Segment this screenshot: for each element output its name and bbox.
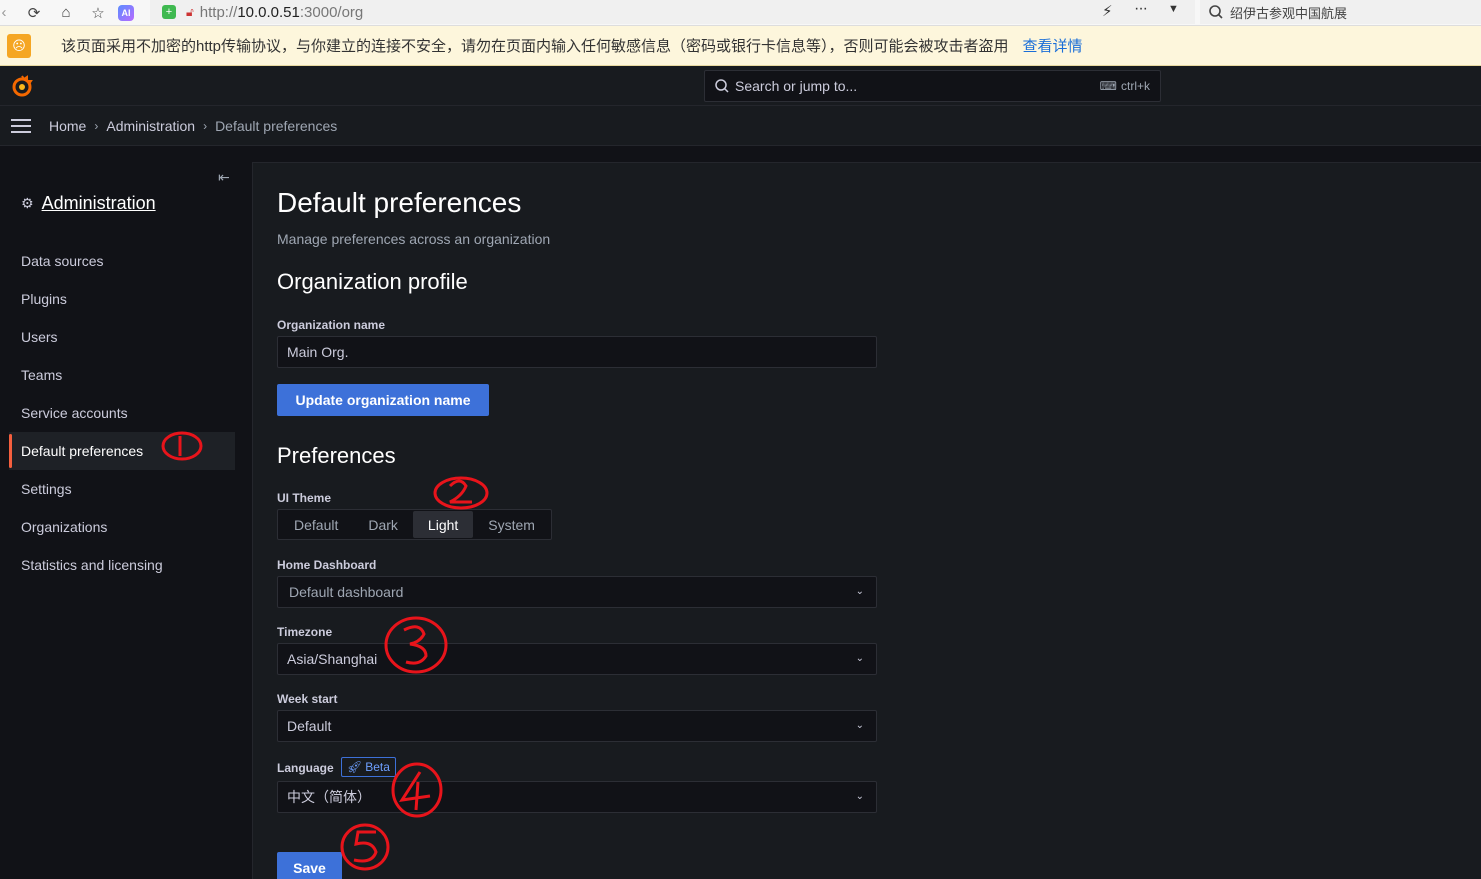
- url-text: http://10.0.0.51:3000/org: [199, 3, 364, 21]
- annotation-3: [384, 616, 448, 674]
- page-subtitle: Manage preferences across an organizatio…: [277, 231, 551, 247]
- language-select[interactable]: 中文（简体） ⌄: [277, 781, 877, 813]
- chevron-down-icon[interactable]: ▼: [1168, 3, 1179, 15]
- back-icon[interactable]: ‹: [0, 3, 14, 23]
- warning-details-link[interactable]: 查看详情: [1023, 35, 1083, 56]
- gear-icon: ⚙︎: [21, 195, 34, 211]
- rocket-icon: 🚀︎: [347, 760, 363, 774]
- annotation-4: [391, 762, 443, 818]
- sidebar-item-plugins[interactable]: Plugins: [9, 280, 235, 318]
- chevron-right-icon: ›: [203, 118, 208, 133]
- search-placeholder: Search or jump to...: [735, 78, 858, 94]
- more-icon[interactable]: ···: [1134, 0, 1148, 18]
- timezone-select[interactable]: Asia/Shanghai ⌄: [277, 643, 877, 675]
- breadcrumb: Home › Administration › Default preferen…: [0, 106, 1481, 146]
- keyboard-icon: ⌨︎: [1099, 79, 1117, 93]
- warning-face-icon: ☹: [7, 33, 31, 58]
- admin-sidebar: ⇤ ⚙︎ Administration Data sources Plugins…: [0, 147, 250, 879]
- search-icon: [1209, 5, 1223, 19]
- sidebar-item-organizations[interactable]: Organizations: [9, 508, 235, 546]
- week-start-value: Default: [287, 718, 332, 734]
- breadcrumb-administration[interactable]: Administration: [106, 118, 195, 134]
- search-icon: [715, 79, 729, 93]
- home-dashboard-label: Home Dashboard: [277, 558, 377, 572]
- timezone-label: Timezone: [277, 625, 333, 639]
- sidebar-item-teams[interactable]: Teams: [9, 356, 235, 394]
- week-start-label: Week start: [277, 692, 338, 706]
- browser-search-box[interactable]: 绍伊古参观中国航展: [1200, 0, 1481, 24]
- update-org-name-button[interactable]: Update organization name: [277, 384, 489, 416]
- chevron-down-icon: ⌄: [855, 720, 864, 731]
- reload-icon[interactable]: ⟳: [24, 3, 44, 23]
- sidebar-item-users[interactable]: Users: [9, 318, 235, 356]
- ui-theme-label: UI Theme: [277, 491, 332, 505]
- menu-icon[interactable]: [11, 118, 31, 133]
- sidebar-item-data-sources[interactable]: Data sources: [9, 242, 235, 280]
- week-start-select[interactable]: Default ⌄: [277, 710, 877, 742]
- home-dashboard-select[interactable]: Default dashboard ⌄: [277, 576, 877, 608]
- chevron-down-icon: ⌄: [855, 586, 864, 597]
- annotation-1: [161, 431, 203, 461]
- language-value: 中文（简体）: [287, 789, 371, 805]
- annotation-2: [433, 476, 489, 510]
- sidebar-nav: Data sources Plugins Users Teams Service…: [9, 242, 235, 584]
- grafana-logo-icon[interactable]: [10, 74, 34, 98]
- page-title: Default preferences: [277, 187, 522, 218]
- grafana-topbar: Search or jump to... ⌨︎ ctrl+k: [0, 66, 1481, 106]
- search-jump-input[interactable]: Search or jump to... ⌨︎ ctrl+k: [704, 70, 1161, 102]
- home-icon[interactable]: ⌂: [56, 3, 76, 23]
- insecure-warning-bar: ☹ 该页面采用不加密的http传输协议，与你建立的连接不安全，请勿在页面内输入任…: [0, 26, 1481, 66]
- sidebar-item-settings[interactable]: Settings: [9, 470, 235, 508]
- theme-option-dark[interactable]: Dark: [353, 511, 413, 538]
- home-dashboard-value: Default dashboard: [289, 584, 404, 600]
- preferences-heading: Preferences: [277, 443, 396, 468]
- favorite-star-icon[interactable]: ☆: [88, 3, 108, 23]
- address-bar[interactable]: + 🔓︎ http://10.0.0.51:3000/org ⚡︎ ··· ▼: [150, 0, 1195, 24]
- theme-option-system[interactable]: System: [473, 511, 550, 538]
- org-name-input[interactable]: Main Org.: [277, 336, 877, 368]
- insecure-lock-icon: 🔓︎: [186, 4, 194, 19]
- breadcrumb-current: Default preferences: [215, 117, 338, 134]
- browser-toolbar: ‹ ⟳ ⌂ ☆ AI + 🔓︎ http://10.0.0.51:3000/or…: [0, 0, 1481, 26]
- org-profile-heading: Organization profile: [277, 269, 468, 294]
- breadcrumb-home[interactable]: Home: [49, 118, 86, 134]
- collapse-sidebar-icon[interactable]: ⇤: [218, 169, 230, 186]
- save-button[interactable]: Save: [277, 852, 342, 879]
- theme-option-light[interactable]: Light: [412, 511, 474, 538]
- sidebar-item-statistics[interactable]: Statistics and licensing: [9, 546, 235, 584]
- sidebar-item-service-accounts[interactable]: Service accounts: [9, 394, 235, 432]
- chevron-down-icon: ⌄: [855, 653, 864, 664]
- shortcut-hint: ⌨︎ ctrl+k: [1099, 79, 1150, 93]
- browser-search-text: 绍伊古参观中国航展: [1230, 5, 1348, 21]
- timezone-value: Asia/Shanghai: [287, 651, 378, 667]
- language-label: Language: [277, 761, 334, 775]
- theme-option-default[interactable]: Default: [279, 511, 353, 538]
- sidebar-section-title[interactable]: ⚙︎ Administration: [21, 193, 156, 214]
- ui-theme-radio-group: Default Dark Light System: [277, 509, 552, 540]
- lightning-icon[interactable]: ⚡︎: [1102, 2, 1113, 20]
- org-name-label: Organization name: [277, 318, 386, 332]
- warning-text: 该页面采用不加密的http传输协议，与你建立的连接不安全，请勿在页面内输入任何敏…: [61, 38, 1009, 55]
- chevron-down-icon: ⌄: [855, 791, 864, 802]
- ai-extension-icon[interactable]: AI: [118, 4, 134, 21]
- sidebar-title-text: Administration: [41, 193, 156, 213]
- annotation-5: [340, 823, 390, 871]
- shield-plus-icon: +: [162, 5, 176, 19]
- org-name-value: Main Org.: [287, 344, 349, 360]
- chevron-right-icon: ›: [94, 118, 99, 133]
